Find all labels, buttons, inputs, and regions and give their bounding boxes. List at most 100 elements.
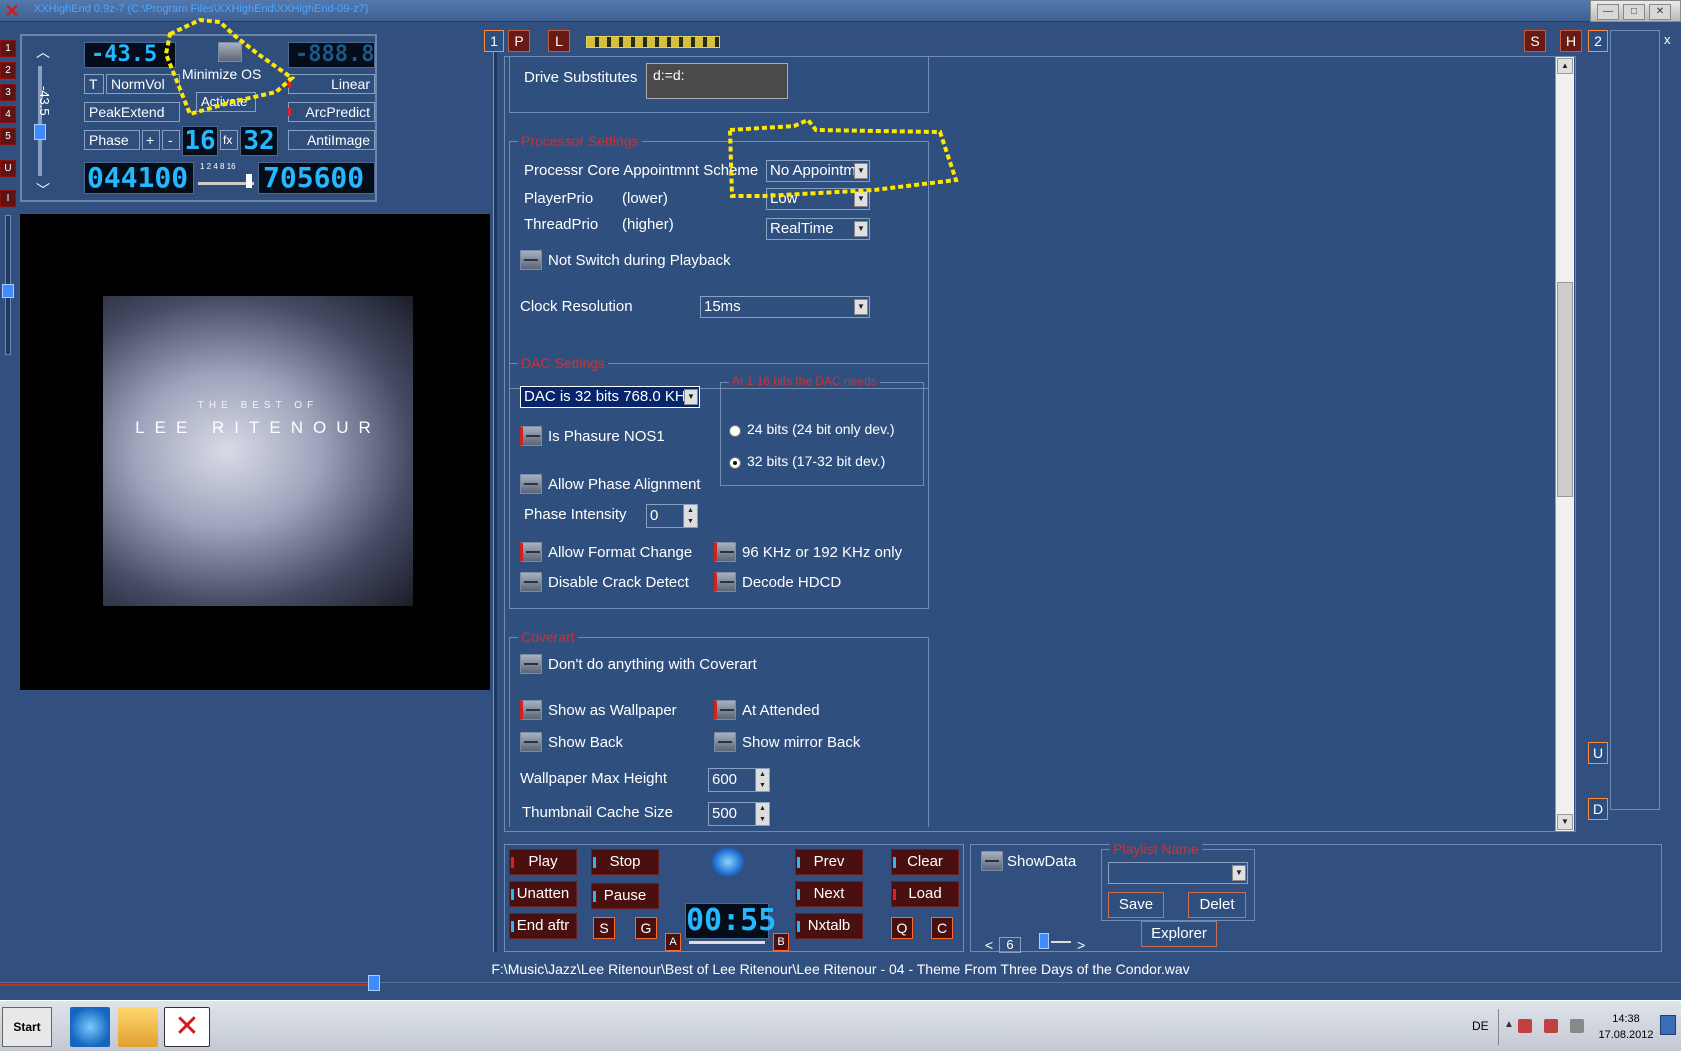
explorer-button[interactable]: Explorer [1141, 921, 1217, 947]
t-button[interactable]: T [84, 74, 104, 94]
tab-h[interactable]: H [1560, 30, 1582, 52]
dac-select[interactable]: DAC is 32 bits 768.0 KHz ▼ [520, 386, 700, 408]
volume-down-icon[interactable]: ﹀ [36, 180, 50, 200]
unatten-button[interactable]: Unatten [509, 881, 577, 907]
folder-icon[interactable] [118, 1007, 158, 1047]
phase-plus-button[interactable]: + [142, 130, 160, 150]
tray-volume-icon[interactable] [1570, 1019, 1584, 1033]
threadprio-select[interactable]: RealTime ▼ [766, 218, 870, 240]
spinner-arrows-icon[interactable]: ▲ ▼ [755, 769, 769, 791]
s-button[interactable]: S [593, 917, 615, 939]
tab-s[interactable]: S [1524, 30, 1546, 52]
scroll-down-icon[interactable]: ▼ [1557, 814, 1573, 830]
clear-button[interactable]: Clear [891, 849, 959, 875]
side-d-button[interactable]: D [1588, 798, 1608, 820]
page-next-icon[interactable]: > [1077, 937, 1085, 953]
tab-1[interactable]: 1 [484, 30, 504, 52]
coverart-nothing-toggle[interactable] [520, 654, 542, 674]
save-playlist-button[interactable]: Save [1108, 892, 1164, 918]
crack-detect-toggle[interactable] [520, 572, 542, 592]
seek-bar[interactable] [0, 975, 1681, 991]
volume-slider[interactable] [38, 66, 42, 176]
q-button[interactable]: Q [891, 917, 913, 939]
phase-button[interactable]: Phase [84, 130, 140, 150]
volume-up-icon[interactable]: ︿ [36, 42, 50, 62]
khz-only-toggle[interactable] [714, 542, 736, 562]
antiimage-button[interactable]: AntiImage [288, 130, 375, 150]
ab-slider[interactable] [689, 941, 765, 944]
stop-button[interactable]: Stop [591, 849, 659, 875]
normvol-button[interactable]: NormVol [106, 74, 180, 94]
fx-button[interactable]: fx [220, 130, 238, 150]
tray-network-icon[interactable] [1518, 1019, 1532, 1033]
page-slider[interactable] [1051, 941, 1071, 943]
seek-thumb[interactable] [368, 975, 380, 991]
clock-resolution-select[interactable]: 15ms ▼ [700, 296, 870, 318]
upsample-slider-thumb[interactable] [246, 174, 252, 188]
pause-button[interactable]: Pause [591, 883, 659, 909]
core-scheme-select[interactable]: No Appointm ▼ [766, 160, 870, 182]
playerprio-select[interactable]: Low ▼ [766, 188, 870, 210]
phase-minus-button[interactable]: - [162, 130, 180, 150]
hdcd-toggle[interactable] [714, 572, 736, 592]
page-prev-icon[interactable]: < [985, 937, 993, 953]
maximize-window-button[interactable]: □ [1623, 4, 1645, 20]
c-button[interactable]: C [931, 917, 953, 939]
xxhighend-taskbar-icon[interactable]: ✕ [164, 1007, 210, 1047]
left-bar-button-1[interactable]: 1 [0, 40, 16, 57]
playlist-name-select[interactable]: ▼ [1108, 862, 1248, 884]
settings-scrollbar[interactable]: ▲ ▼ [1555, 57, 1574, 831]
next-button[interactable]: Next [795, 881, 863, 907]
left-bar-button-3[interactable]: 3 [0, 84, 16, 101]
show-desktop-button[interactable] [1660, 1015, 1676, 1035]
start-button[interactable]: Start [2, 1007, 52, 1047]
load-button[interactable]: Load [891, 881, 959, 907]
mirror-back-toggle[interactable] [714, 732, 736, 752]
spinner-arrows-icon[interactable]: ▲ ▼ [755, 803, 769, 825]
tray-action-icon[interactable] [1544, 1019, 1558, 1033]
side-u-button[interactable]: U [1588, 742, 1608, 764]
left-scroll-thumb[interactable] [2, 284, 14, 298]
end-after-button[interactable]: End aftr [509, 913, 577, 939]
tab-2[interactable]: 2 [1588, 30, 1608, 52]
tray-expand-icon[interactable]: ▲ [1504, 1019, 1514, 1030]
peakextend-button[interactable]: PeakExtend [84, 102, 180, 122]
wallpaper-toggle[interactable] [520, 700, 542, 720]
spinner-arrows-icon[interactable]: ▲ ▼ [683, 505, 697, 527]
play-button[interactable]: Play [509, 849, 577, 875]
phase-intensity-spinner[interactable]: 0 ▲ ▼ [646, 504, 698, 528]
settings-scroll-thumb[interactable] [1557, 282, 1573, 497]
nos1-toggle[interactable] [520, 426, 542, 446]
left-bar-button-4[interactable]: 4 [0, 106, 16, 123]
next-album-button[interactable]: Nxtalb [795, 913, 863, 939]
showdata-toggle[interactable] [981, 851, 1003, 871]
a-button[interactable]: A [665, 933, 681, 951]
left-bar-button-i[interactable]: I [0, 190, 16, 207]
bits32-radio[interactable] [729, 457, 741, 469]
show-back-toggle[interactable] [520, 732, 542, 752]
close-window-button[interactable]: ✕ [1649, 4, 1671, 20]
scroll-up-icon[interactable]: ▲ [1557, 58, 1573, 74]
minimize-window-button[interactable]: — [1597, 4, 1619, 20]
page-number[interactable]: 6 [999, 937, 1021, 953]
tab-l[interactable]: L [548, 30, 570, 52]
not-switch-toggle[interactable] [520, 250, 542, 270]
left-bar-button-2[interactable]: 2 [0, 62, 16, 79]
attended-toggle[interactable] [714, 700, 736, 720]
internet-explorer-icon[interactable] [70, 1007, 110, 1047]
format-change-toggle[interactable] [520, 542, 542, 562]
linear-button[interactable]: Linear [288, 74, 375, 94]
prev-button[interactable]: Prev [795, 849, 863, 875]
left-bar-button-5[interactable]: 5 [0, 128, 16, 145]
bits24-radio[interactable] [729, 425, 741, 437]
wallpaper-height-spinner[interactable]: 600 ▲ ▼ [708, 768, 770, 792]
g-button[interactable]: G [635, 917, 657, 939]
drive-substitutes-field[interactable]: d:=d: [646, 63, 788, 99]
phase-align-toggle[interactable] [520, 474, 542, 494]
language-indicator[interactable]: DE [1472, 1019, 1489, 1033]
volume-slider-thumb[interactable] [34, 124, 46, 140]
close-panel-icon[interactable]: x [1664, 32, 1671, 47]
delete-playlist-button[interactable]: Delet [1188, 892, 1246, 918]
tab-p[interactable]: P [508, 30, 530, 52]
b-button[interactable]: B [773, 933, 789, 951]
